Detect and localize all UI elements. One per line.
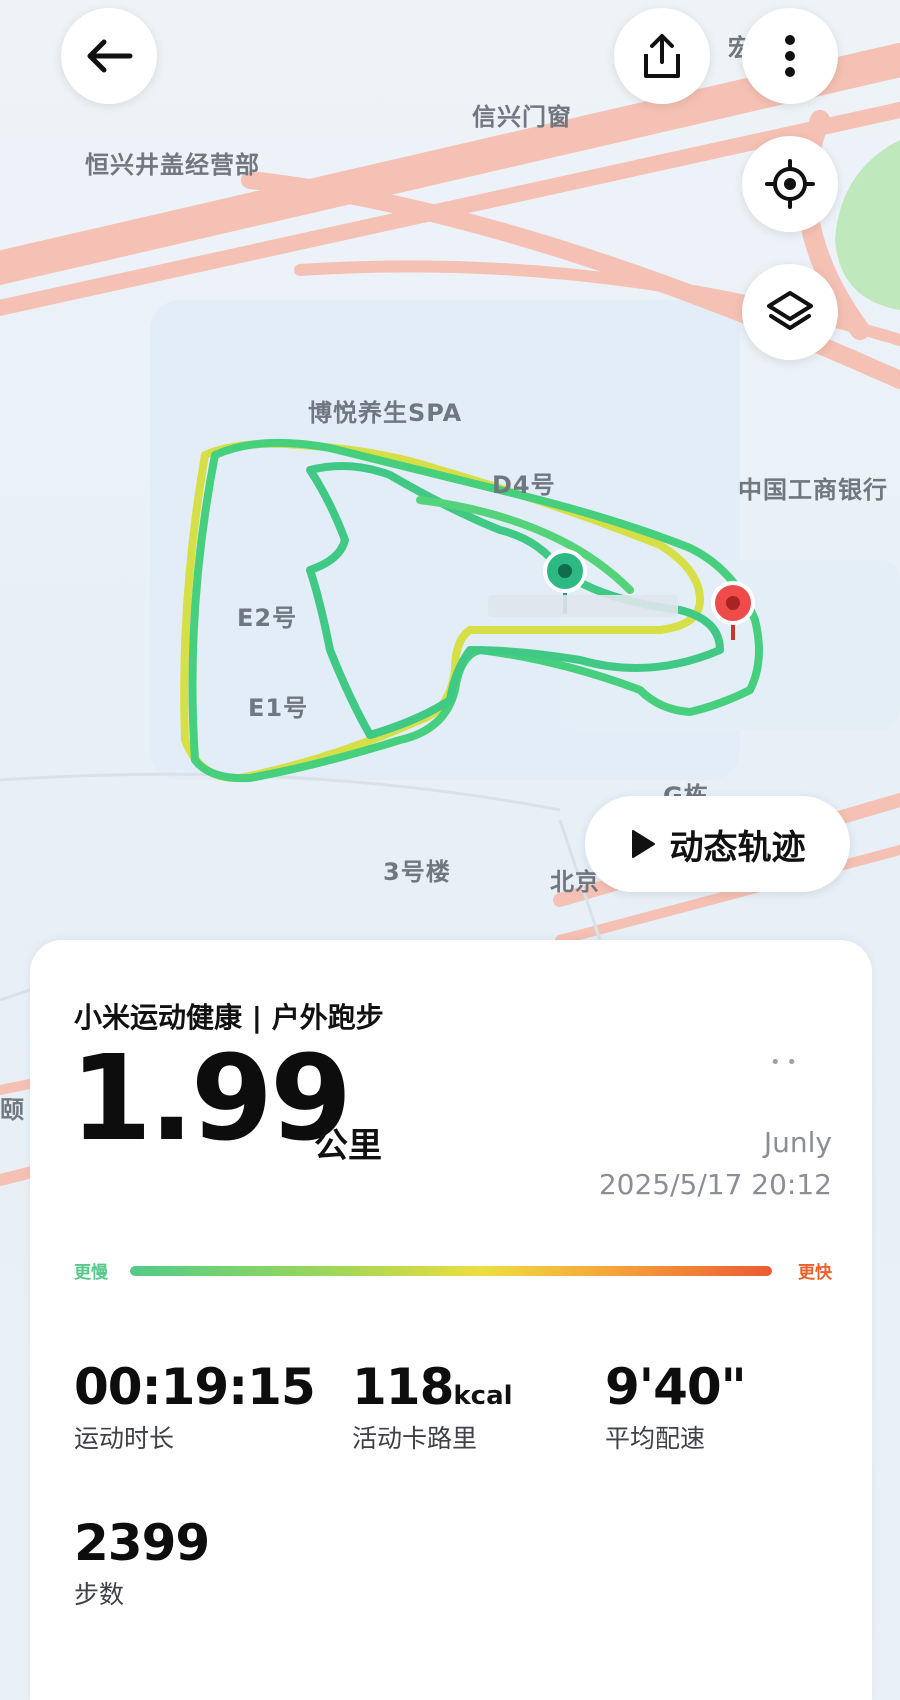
distance-value: 1.99	[70, 1029, 352, 1167]
share-button[interactable]	[614, 8, 710, 104]
owner-avatar: • •	[770, 1052, 797, 1073]
stat-calories: 118kcal 活动卡路里	[352, 1360, 513, 1455]
stat-label: 平均配速	[605, 1424, 706, 1453]
map-label-poi: 颐	[0, 1096, 25, 1124]
stat-value: 2399	[74, 1514, 210, 1572]
stat-label: 步数	[74, 1580, 125, 1609]
locate-icon	[765, 159, 815, 209]
layers-button[interactable]	[742, 264, 838, 360]
pace-legend-slow: 更慢	[74, 1263, 108, 1283]
back-button[interactable]	[61, 8, 157, 104]
workout-summary-card: 小米运动健康 | 户外跑步 1.99 公里 • • Junly 2025/5/1…	[30, 940, 872, 1700]
locate-button[interactable]	[742, 136, 838, 232]
owner-name: Junly	[763, 1126, 832, 1159]
dynamic-track-label: 动态轨迹	[669, 827, 806, 868]
map-label-poi: E1号	[248, 694, 309, 722]
pace-gradient-bar	[130, 1266, 772, 1276]
distance-unit: 公里	[314, 1126, 382, 1166]
map-label-poi: E2号	[237, 604, 298, 632]
play-icon	[631, 830, 655, 858]
stat-avg-pace: 9'40" 平均配速	[605, 1358, 747, 1455]
map-label-poi: 博悦养生SPA	[308, 399, 463, 427]
stat-steps: 2399 步数	[74, 1514, 210, 1611]
stat-value: 9'40"	[605, 1358, 747, 1416]
stat-label: 运动时长	[74, 1424, 175, 1453]
map-label-poi: 中国工商银行	[738, 476, 888, 504]
more-button[interactable]	[742, 8, 838, 104]
map-label-poi: 3号楼	[383, 858, 451, 886]
pace-legend-fast: 更快	[798, 1263, 832, 1283]
stat-value: 118kcal	[352, 1358, 513, 1416]
map-label-poi: 信兴门窗	[472, 103, 572, 131]
map-park-area	[835, 140, 900, 310]
stat-duration: 00:19:15 运动时长	[74, 1358, 316, 1455]
stat-label: 活动卡路里	[352, 1424, 478, 1453]
share-icon	[644, 34, 680, 78]
layers-icon	[767, 291, 813, 330]
map-label-poi: 恒兴井盖经营部	[85, 151, 260, 179]
more-vertical-icon	[785, 35, 795, 77]
blurred-label	[488, 595, 678, 617]
map-label-poi: D4号	[492, 471, 556, 499]
stat-value: 00:19:15	[74, 1358, 316, 1416]
dynamic-track-button[interactable]: 动态轨迹	[585, 796, 850, 892]
workout-datetime: 2025/5/17 20:12	[598, 1168, 832, 1201]
arrow-left-icon	[87, 39, 133, 73]
